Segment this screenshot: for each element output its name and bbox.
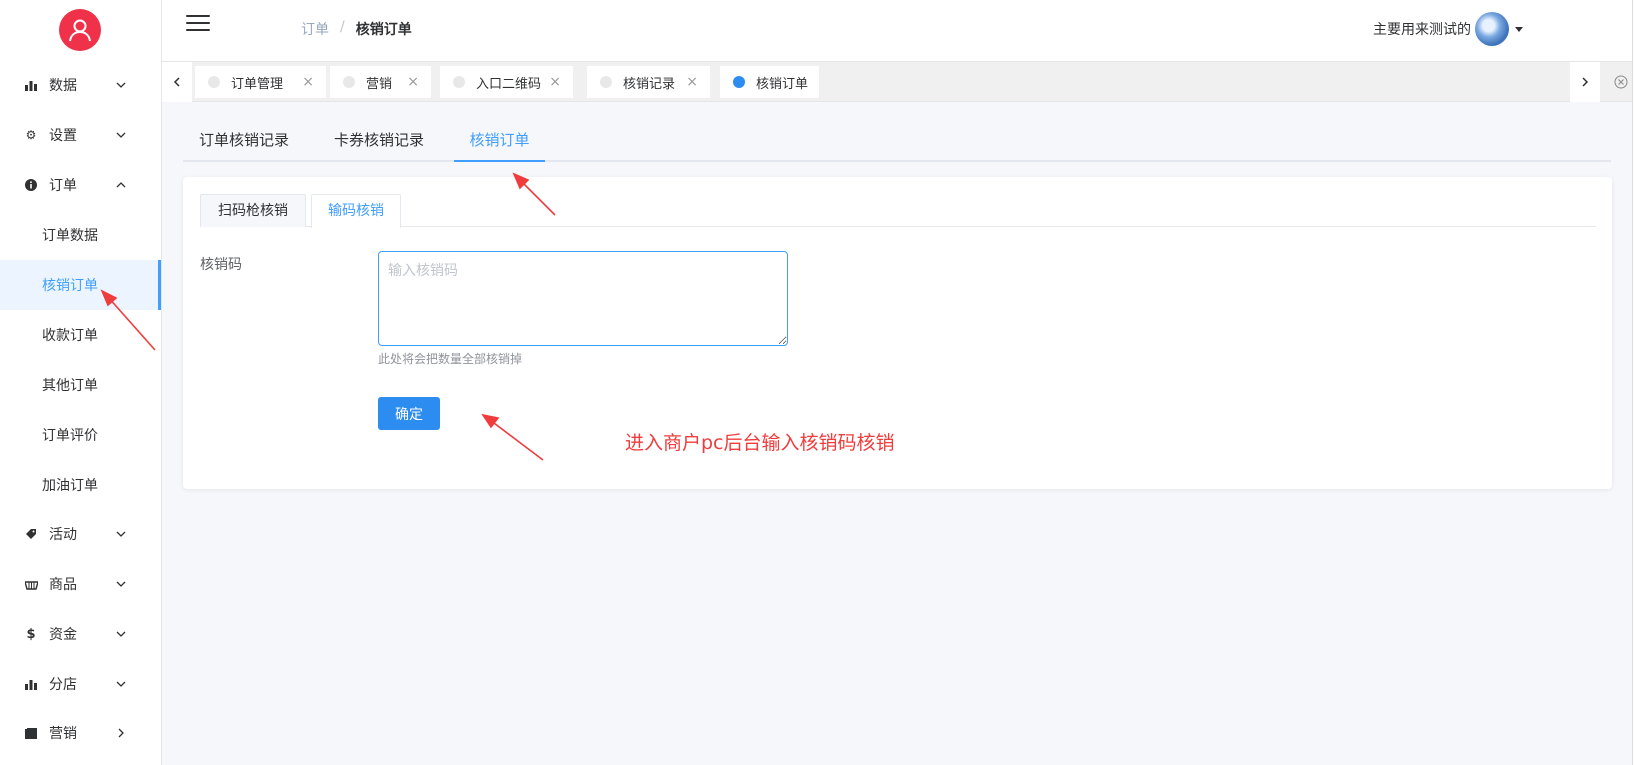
submenu-item-fuel-orders[interactable]: 加油订单 (0, 460, 161, 510)
tags-bar: 订单管理 × 营销 × 入口二维码 × 核销记录 × 核销订单 (162, 61, 1635, 102)
submenu-item-order-data[interactable]: 订单数据 (0, 210, 161, 260)
tag-dot (453, 76, 465, 88)
tab-scanner-verify[interactable]: 扫码枪核销 (200, 194, 306, 227)
tag-dot (208, 76, 220, 88)
info-circle-icon (24, 178, 38, 192)
verify-code-label: 核销码 (200, 257, 242, 273)
tag-verify-records[interactable]: 核销记录 × (587, 66, 710, 98)
bar-chart-icon (24, 677, 38, 691)
menu-item-marketing[interactable]: 营销 (0, 708, 161, 758)
user-icon (69, 19, 91, 42)
close-icon[interactable]: × (407, 74, 419, 90)
main-content: 订单核销记录 卡券核销记录 核销订单 扫码枪核销 输码核销 核销码 此处将会把数… (162, 102, 1635, 765)
chevron-up-icon (116, 182, 126, 188)
verify-code-input[interactable] (378, 251, 788, 346)
breadcrumb-item-current: 核销订单 (355, 22, 412, 38)
chevron-down-icon (116, 531, 126, 537)
breadcrumb-separator: / (340, 19, 345, 35)
chevron-down-icon (116, 82, 126, 88)
chevron-right-icon (118, 728, 124, 738)
menu-item-activities[interactable]: 活动 (0, 509, 161, 559)
submenu-item-other-orders[interactable]: 其他订单 (0, 360, 161, 410)
tag-marketing[interactable]: 营销 × (330, 66, 431, 98)
close-icon[interactable]: × (549, 74, 561, 90)
chevron-down-icon (116, 631, 126, 637)
tag-entry-qrcode[interactable]: 入口二维码 × (440, 66, 573, 98)
confirm-button[interactable]: 确定 (378, 397, 440, 430)
tag-dot (733, 76, 745, 88)
close-icon[interactable]: × (686, 74, 698, 90)
submenu-item-verify-orders[interactable]: 核销订单 (0, 260, 161, 310)
tags-scroll-left-icon[interactable] (162, 62, 192, 102)
username: 主要用来测试的 (1373, 22, 1471, 38)
header: 订单 / 核销订单 主要用来测试的 (162, 0, 1635, 60)
tag-order-management[interactable]: 订单管理 × (195, 66, 326, 98)
menu-item-funds[interactable]: $ 资金 (0, 609, 161, 659)
tab-code-verify[interactable]: 输码核销 (311, 194, 401, 228)
tag-verify-orders[interactable]: 核销订单 (720, 66, 819, 98)
annotation-text: 进入商户pc后台输入核销码核销 (625, 432, 895, 454)
menu-item-data[interactable]: 数据 (0, 60, 161, 110)
card-tabs: 扫码枪核销 输码核销 (200, 194, 1596, 228)
breadcrumb-item-orders[interactable]: 订单 (301, 19, 329, 39)
tags-scroll-right-icon[interactable] (1570, 62, 1600, 102)
avatar (1475, 12, 1509, 46)
close-icon[interactable]: × (302, 74, 314, 90)
tag-dot (600, 76, 612, 88)
tab-order-verify-records[interactable]: 订单核销记录 (199, 120, 289, 160)
chevron-down-icon (116, 132, 126, 138)
tag-dot (343, 76, 355, 88)
menu-item-settings[interactable]: ⚙ 设置 (0, 110, 161, 160)
basket-icon (24, 577, 38, 591)
close-all-tags-icon[interactable] (1606, 62, 1635, 102)
bar-chart-icon (24, 78, 38, 92)
verify-code-hint: 此处将会把数量全部核销掉 (378, 352, 523, 366)
menu-item-orders[interactable]: 订单 (0, 160, 161, 210)
breadcrumb: 订单 / 核销订单 (301, 19, 412, 39)
chevron-down-icon (116, 681, 126, 687)
submenu-item-order-reviews[interactable]: 订单评价 (0, 410, 161, 460)
logo (59, 9, 101, 51)
submenu-item-payment-orders[interactable]: 收款订单 (0, 310, 161, 360)
tab-coupon-verify-records[interactable]: 卡券核销记录 (334, 120, 424, 160)
user-menu[interactable]: 主要用来测试的 (1373, 12, 1523, 46)
gear-icon: ⚙ (25, 128, 37, 142)
dollar-icon: $ (26, 626, 36, 642)
menu-item-branches[interactable]: 分店 (0, 659, 161, 709)
menu-item-products[interactable]: 商品 (0, 559, 161, 609)
verify-card: 扫码枪核销 输码核销 核销码 此处将会把数量全部核销掉 确定 (183, 177, 1612, 489)
sidebar: 数据 ⚙ 设置 订单 订单数据 核销订单 收款订单 其他订单 订单评价 加油订单… (0, 0, 162, 765)
tag-icon (24, 527, 38, 541)
hamburger-menu-icon[interactable] (186, 15, 210, 35)
caret-down-icon (1515, 26, 1523, 32)
chevron-down-icon (116, 581, 126, 587)
tab-verify-orders[interactable]: 核销订单 (454, 120, 545, 162)
folder-icon (24, 726, 38, 740)
top-tabs: 订单核销记录 卡券核销记录 核销订单 (183, 120, 1611, 162)
